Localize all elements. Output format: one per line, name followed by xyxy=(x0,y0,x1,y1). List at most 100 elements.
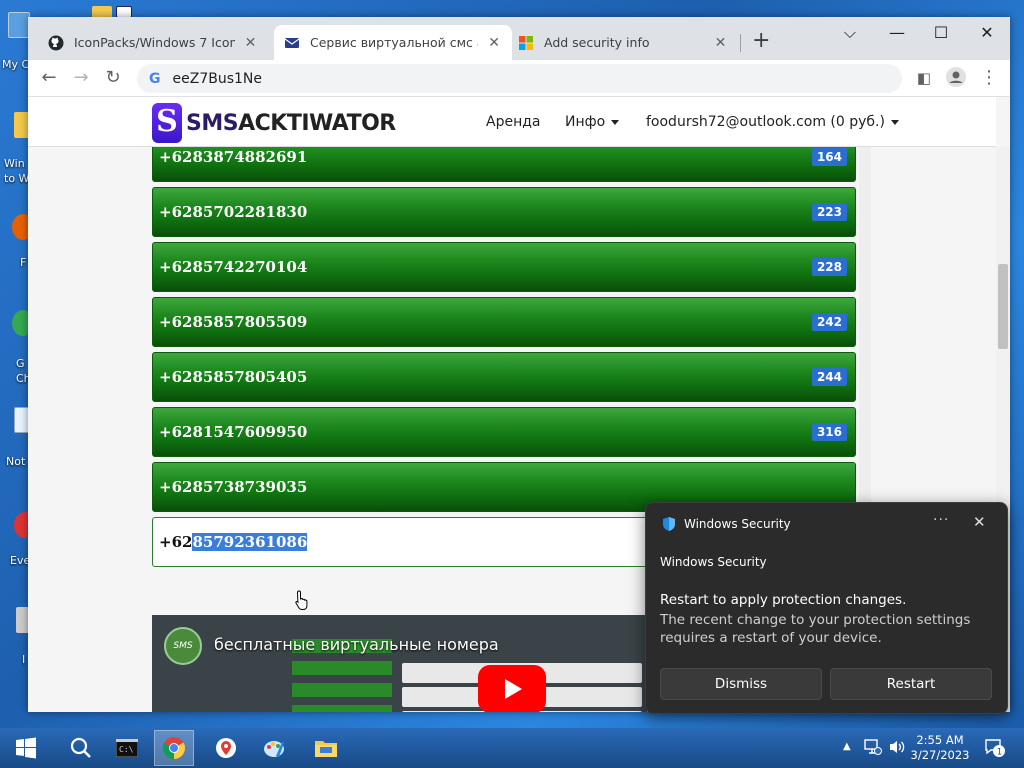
logo-mark: S xyxy=(152,103,182,143)
network-icon[interactable] xyxy=(864,739,882,759)
phone-number-prefix: +62 xyxy=(159,533,193,551)
thumb-row xyxy=(292,661,392,675)
tab-sms-service[interactable]: Сервис виртуальной смс актив ✕ xyxy=(274,25,512,60)
computer-icon xyxy=(8,12,30,38)
folder-icon xyxy=(315,741,337,757)
phone-number: +6283874882691 xyxy=(159,148,308,166)
caret-down-icon xyxy=(890,119,899,125)
search-icon xyxy=(70,737,91,758)
number-row[interactable]: +6285742270104 228 xyxy=(152,242,856,292)
chrome-icon xyxy=(162,737,185,759)
restart-button[interactable]: Restart xyxy=(830,668,992,700)
close-icon[interactable]: ✕ xyxy=(486,35,502,51)
notification-count: 1 xyxy=(997,748,1003,758)
desktop-icon-other[interactable]: I xyxy=(0,605,38,666)
windows-security-notification: Windows Security ··· ✕ Windows Security … xyxy=(645,502,1008,714)
tab-separator xyxy=(740,34,741,52)
clock-time: 2:55 AM xyxy=(916,733,964,747)
count-badge: 316 xyxy=(811,423,847,441)
phone-number: +6285742270104 xyxy=(159,258,308,276)
notification-body: The recent change to your protection set… xyxy=(660,612,971,646)
taskbar-maps[interactable] xyxy=(206,730,246,766)
search-button[interactable] xyxy=(61,730,101,766)
tab-iconpacks[interactable]: IconPacks/Windows 7 IconPack | ✕ xyxy=(38,25,268,60)
phone-number: +6285702281830 xyxy=(159,203,308,221)
forward-button[interactable]: → xyxy=(69,67,93,91)
desktop-icon-top[interactable] xyxy=(92,4,138,18)
logo-text: SMSACKTIWATOR xyxy=(186,110,396,136)
browser-toolbar: ← → ↻ G eeZ7Bus1Ne ◧ ⋮ xyxy=(28,60,1010,97)
maximize-button[interactable]: ☐ xyxy=(926,23,956,42)
count-badge: 242 xyxy=(811,313,847,331)
tab-security-info[interactable]: Add security info ✕ xyxy=(508,25,738,60)
desktop-icon-label: Win to W xyxy=(4,157,30,185)
profile-avatar-icon[interactable] xyxy=(944,67,968,91)
new-tab-button[interactable]: + xyxy=(752,30,770,52)
video-title[interactable]: бесплатные виртуальные номера xyxy=(214,635,499,654)
reload-button[interactable]: ↻ xyxy=(101,67,125,91)
taskbar: C:\ ▲ 2:55 AM 3/27/2023 1 xyxy=(0,728,1024,768)
close-icon[interactable]: ✕ xyxy=(243,35,258,51)
notification-title: Restart to apply protection changes. xyxy=(660,592,907,608)
desktop-icon-chrome[interactable]: G Ch xyxy=(0,308,34,388)
back-button[interactable]: ← xyxy=(37,67,61,91)
site-header: S SMSACKTIWATOR Аренда Инфо foodursh72@o… xyxy=(28,97,996,147)
system-clock[interactable]: 2:55 AM 3/27/2023 xyxy=(910,733,970,763)
terminal-icon: C:\ xyxy=(116,739,138,757)
desktop-icon-windows[interactable]: Win to W xyxy=(0,110,36,190)
start-button[interactable] xyxy=(6,730,46,766)
desktop-icon-everything[interactable]: Eve xyxy=(0,510,36,570)
scrollbar-thumb[interactable] xyxy=(998,264,1008,349)
side-panel-icon[interactable]: ◧ xyxy=(912,67,936,91)
tab-search-chevron-icon[interactable]: ⌵ xyxy=(835,23,865,43)
envelope-icon xyxy=(284,37,300,48)
more-options-icon[interactable]: ··· xyxy=(933,512,949,528)
phone-number: +6281547609950 xyxy=(159,423,308,441)
taskbar-explorer[interactable] xyxy=(306,730,346,766)
paint-icon xyxy=(264,741,284,757)
map-pin-icon xyxy=(216,738,236,758)
caret-down-icon xyxy=(611,119,620,125)
close-icon[interactable]: ✕ xyxy=(713,35,728,51)
address-bar[interactable]: G eeZ7Bus1Ne xyxy=(137,64,902,93)
google-icon: G xyxy=(149,70,161,87)
tray-chevron-icon[interactable]: ▲ xyxy=(843,741,851,752)
nav-info-dropdown[interactable]: Инфо xyxy=(565,114,620,130)
nav-rent-link[interactable]: Аренда xyxy=(486,114,541,130)
taskbar-cmd[interactable]: C:\ xyxy=(107,730,147,766)
desktop-icon-my-computer[interactable]: My C xyxy=(0,10,30,76)
dismiss-button[interactable]: Dismiss xyxy=(660,668,822,700)
desktop-icon-label: I xyxy=(22,653,26,666)
count-badge: 223 xyxy=(811,203,847,221)
mouse-cursor-icon xyxy=(295,590,308,610)
number-row[interactable]: +6285857805509 242 xyxy=(152,297,856,347)
tab-strip: IconPacks/Windows 7 IconPack | ✕ Сервис … xyxy=(28,17,1010,60)
taskbar-paint[interactable] xyxy=(254,730,294,766)
close-window-button[interactable]: ✕ xyxy=(972,23,1002,42)
taskbar-chrome[interactable] xyxy=(154,730,194,766)
number-row[interactable]: +6285702281830 223 xyxy=(152,187,856,237)
youtube-play-button-icon[interactable] xyxy=(478,665,546,712)
number-row[interactable]: +6285857805405 244 xyxy=(152,352,856,402)
phone-number-highlighted[interactable]: 85792361086 xyxy=(192,533,308,551)
count-badge: 164 xyxy=(811,148,847,166)
site-logo[interactable]: S SMSACKTIWATOR xyxy=(152,103,396,143)
desktop-icon-label: My C xyxy=(2,58,30,71)
volume-icon[interactable] xyxy=(888,739,908,759)
desktop-icon-notepad[interactable]: Not xyxy=(0,405,36,475)
close-icon[interactable]: ✕ xyxy=(973,513,986,531)
thumb-row xyxy=(292,683,392,697)
nav-account-dropdown[interactable]: foodursh72@outlook.com (0 руб.) xyxy=(646,114,899,130)
menu-kebab-icon[interactable]: ⋮ xyxy=(977,67,1001,91)
desktop-icon-firefox[interactable]: F xyxy=(0,212,34,272)
notification-center-icon[interactable]: 1 xyxy=(984,737,1006,763)
phone-number: +6285738739035 xyxy=(159,478,308,496)
channel-avatar[interactable]: SMS xyxy=(164,627,202,665)
count-badge: 228 xyxy=(811,258,847,276)
number-row[interactable]: +6281547609950 316 xyxy=(152,407,856,457)
notification-header: Windows Security xyxy=(660,555,767,569)
minimize-button[interactable]: — xyxy=(882,23,912,42)
microsoft-icon xyxy=(519,35,533,50)
phone-number: +6285857805509 xyxy=(159,313,308,331)
youtube-embed[interactable]: SMS бесплатные виртуальные номера xyxy=(152,615,647,712)
